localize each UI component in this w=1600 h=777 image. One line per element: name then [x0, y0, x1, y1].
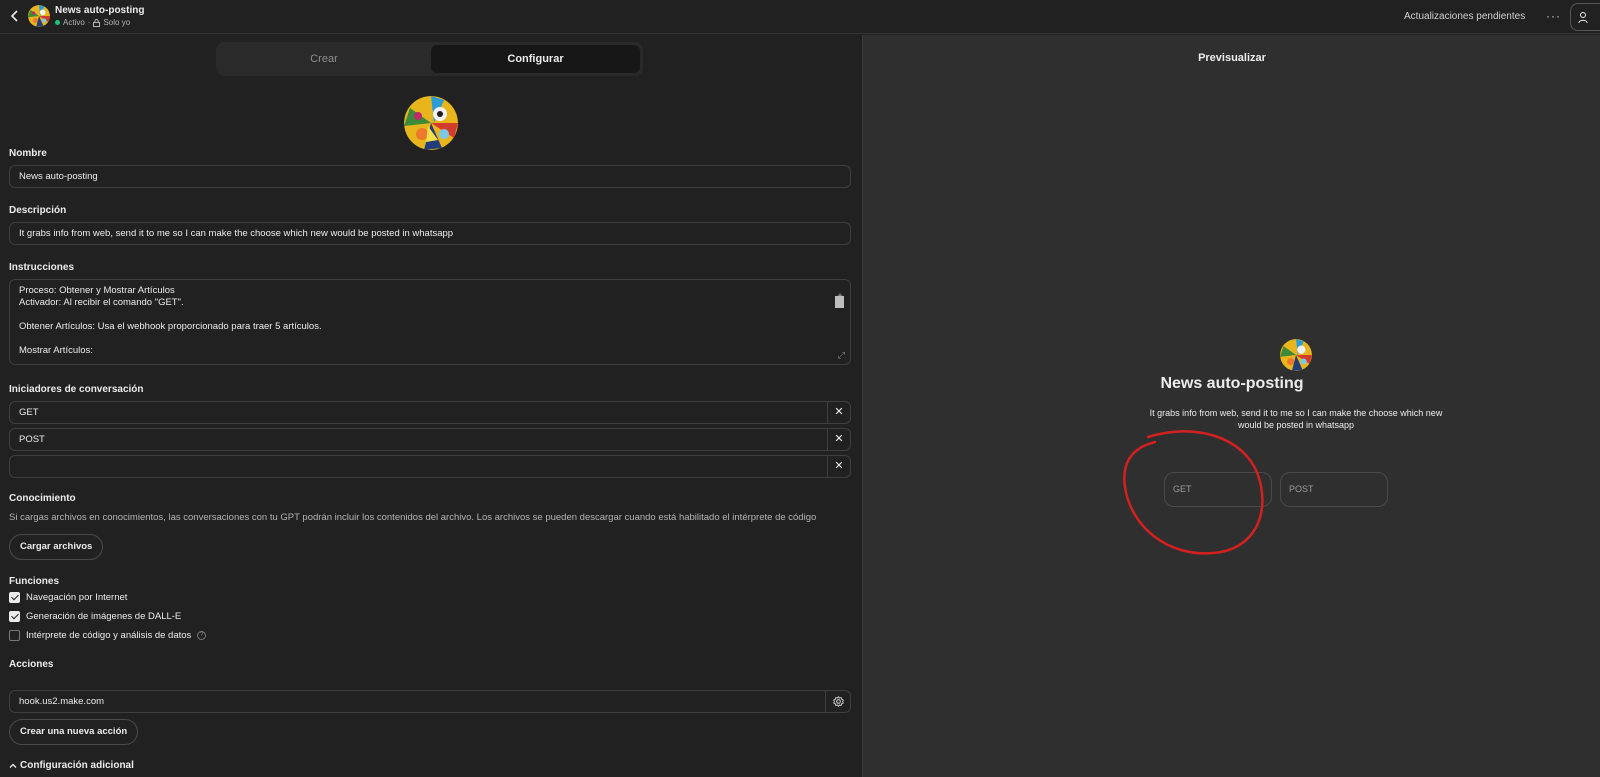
pending-updates[interactable]: Actualizaciones pendientes	[1404, 11, 1525, 22]
instructions-line: Obtener Artículos: Usa el webhook propor…	[19, 321, 322, 332]
status-dot-icon	[55, 20, 60, 25]
instructions-label: Instrucciones	[9, 262, 75, 273]
tab-configurar[interactable]: Configurar	[431, 45, 640, 73]
action-item[interactable]: hook.us2.make.com	[9, 690, 851, 713]
app-title: News auto-posting	[55, 5, 145, 16]
function-dalle[interactable]: Generación de imágenes de DALL-E	[9, 611, 181, 622]
share-button[interactable]	[1570, 3, 1600, 31]
status-text: Activo	[63, 18, 85, 27]
instructions-line	[19, 309, 828, 321]
gpt-status: Activo · Solo yo	[55, 18, 130, 27]
gpt-avatar	[28, 5, 50, 27]
new-action-button[interactable]: Crear una nueva acción	[9, 719, 139, 745]
starter-input-empty[interactable]: ✕	[9, 455, 851, 478]
resize-handle-icon[interactable]: ⤢	[838, 349, 845, 361]
chevron-up-icon	[9, 763, 17, 768]
users-icon	[1578, 12, 1588, 24]
actions-label: Acciones	[9, 659, 54, 670]
instructions-line: Mostrar Artículos:	[19, 345, 93, 356]
preview-starter-post[interactable]: POST	[1280, 472, 1388, 507]
remove-starter-icon[interactable]: ✕	[827, 456, 850, 477]
starter-text: POST	[19, 434, 45, 445]
knowledge-description: Si cargas archivos en conocimientos, las…	[9, 512, 817, 523]
starter-text: GET	[19, 407, 39, 418]
gpt-avatar-upload[interactable]	[404, 96, 458, 150]
function-browsing[interactable]: Navegación por Internet	[9, 592, 127, 603]
config-panel: Crear Configurar Nombre News auto-postin…	[0, 35, 862, 777]
starters-label: Iniciadores de conversación	[9, 384, 144, 395]
red-circle-annotation	[1123, 430, 1264, 555]
function-label: Intérprete de código y análisis de datos	[26, 630, 192, 641]
description-input[interactable]: It grabs info from web, send it to me so…	[9, 222, 851, 245]
checkbox-checked[interactable]	[9, 592, 20, 603]
preview-panel: Previsualizar News auto-posting It grabs…	[862, 35, 1600, 777]
preview-title: Previsualizar	[1198, 52, 1266, 64]
back-arrow-icon[interactable]	[8, 9, 22, 23]
preview-starter-get[interactable]: GET	[1164, 472, 1272, 507]
remove-starter-icon[interactable]: ✕	[827, 429, 850, 450]
checkbox-unchecked[interactable]	[9, 630, 20, 641]
name-input[interactable]: News auto-posting	[9, 165, 851, 188]
function-label: Navegación por Internet	[26, 592, 128, 603]
instructions-line: Proceso: Obtener y Mostrar Artículos	[19, 285, 175, 296]
additional-settings-toggle[interactable]: Configuración adicional	[9, 760, 134, 771]
knowledge-label: Conocimiento	[9, 493, 76, 504]
starter-input[interactable]: POST ✕	[9, 428, 851, 451]
instructions-scrollbar[interactable]	[835, 286, 844, 308]
name-label: Nombre	[9, 148, 47, 159]
additional-settings-label: Configuración adicional	[20, 760, 134, 771]
instructions-line	[19, 333, 828, 345]
more-options-icon[interactable]: ···	[1546, 9, 1561, 23]
gear-icon	[833, 696, 844, 707]
preview-gpt-avatar	[1280, 339, 1312, 371]
lock-icon	[93, 18, 101, 27]
top-bar: News auto-posting Activo · Solo yo Actua…	[0, 0, 1600, 34]
info-icon[interactable]: ?	[197, 631, 207, 640]
preview-gpt-name: News auto-posting	[1160, 375, 1304, 392]
checkbox-checked[interactable]	[9, 611, 20, 622]
starter-input[interactable]: GET ✕	[9, 401, 851, 424]
visibility-text: Solo yo	[103, 18, 131, 27]
instructions-line: Activador: Al recibir el comando "GET".	[19, 297, 184, 308]
separator: ·	[87, 18, 91, 27]
functions-label: Funciones	[9, 576, 60, 587]
function-code-interpreter[interactable]: Intérprete de código y análisis de datos…	[9, 630, 207, 641]
action-settings-button[interactable]	[825, 691, 850, 712]
upload-files-button[interactable]: Cargar archivos	[9, 534, 104, 560]
action-domain: hook.us2.make.com	[19, 696, 105, 707]
description-label: Descripción	[9, 205, 67, 216]
preview-gpt-description: It grabs info from web, send it to me so…	[1149, 408, 1443, 430]
function-label: Generación de imágenes de DALL-E	[26, 611, 182, 622]
remove-starter-icon[interactable]: ✕	[827, 402, 850, 423]
instructions-textarea[interactable]: Proceso: Obtener y Mostrar Artículos Act…	[9, 279, 851, 365]
scroll-thumb[interactable]	[835, 296, 844, 308]
tab-bar: Crear Configurar	[216, 42, 643, 76]
tab-crear[interactable]: Crear	[219, 45, 429, 73]
